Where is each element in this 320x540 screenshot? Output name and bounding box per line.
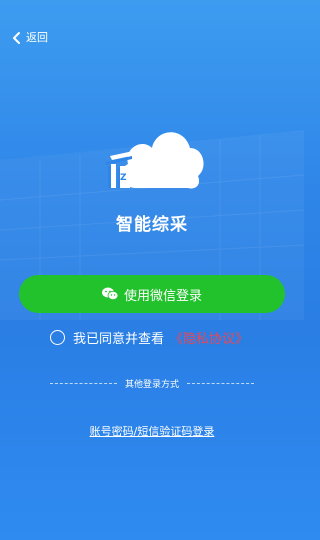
svg-text:Z: Z xyxy=(120,173,127,183)
agreement-row: 我已同意并查看 《隐私协议》 xyxy=(50,327,248,347)
back-button[interactable]: 返回 xyxy=(12,28,48,48)
wechat-login-label: 使用微信登录 xyxy=(123,288,202,304)
alt-login-row: 账号密码/短信验证码登录 xyxy=(0,420,304,439)
password-sms-login-link[interactable]: 账号密码/短信验证码登录 xyxy=(90,425,215,438)
top-bar: 返回 xyxy=(0,0,304,74)
divider-line-right xyxy=(187,382,255,384)
cloud-logo-icon: Z xyxy=(106,132,204,189)
agreement-radio[interactable] xyxy=(50,329,65,345)
back-label: 返回 xyxy=(26,31,48,44)
other-methods-label: 其他登录方式 xyxy=(125,379,180,390)
divider-line-left xyxy=(50,382,117,384)
wechat-login-button[interactable]: 使用微信登录 xyxy=(19,275,285,313)
wechat-icon xyxy=(101,287,118,301)
app-name: 智能综采 xyxy=(116,215,188,235)
other-methods-divider: 其他登录方式 xyxy=(50,375,255,391)
agreement-text: 我已同意并查看 xyxy=(73,331,165,347)
privacy-policy-link[interactable]: 《隐私协议》 xyxy=(170,328,248,347)
chevron-left-icon xyxy=(13,32,20,44)
app-logo: Z xyxy=(98,118,208,196)
